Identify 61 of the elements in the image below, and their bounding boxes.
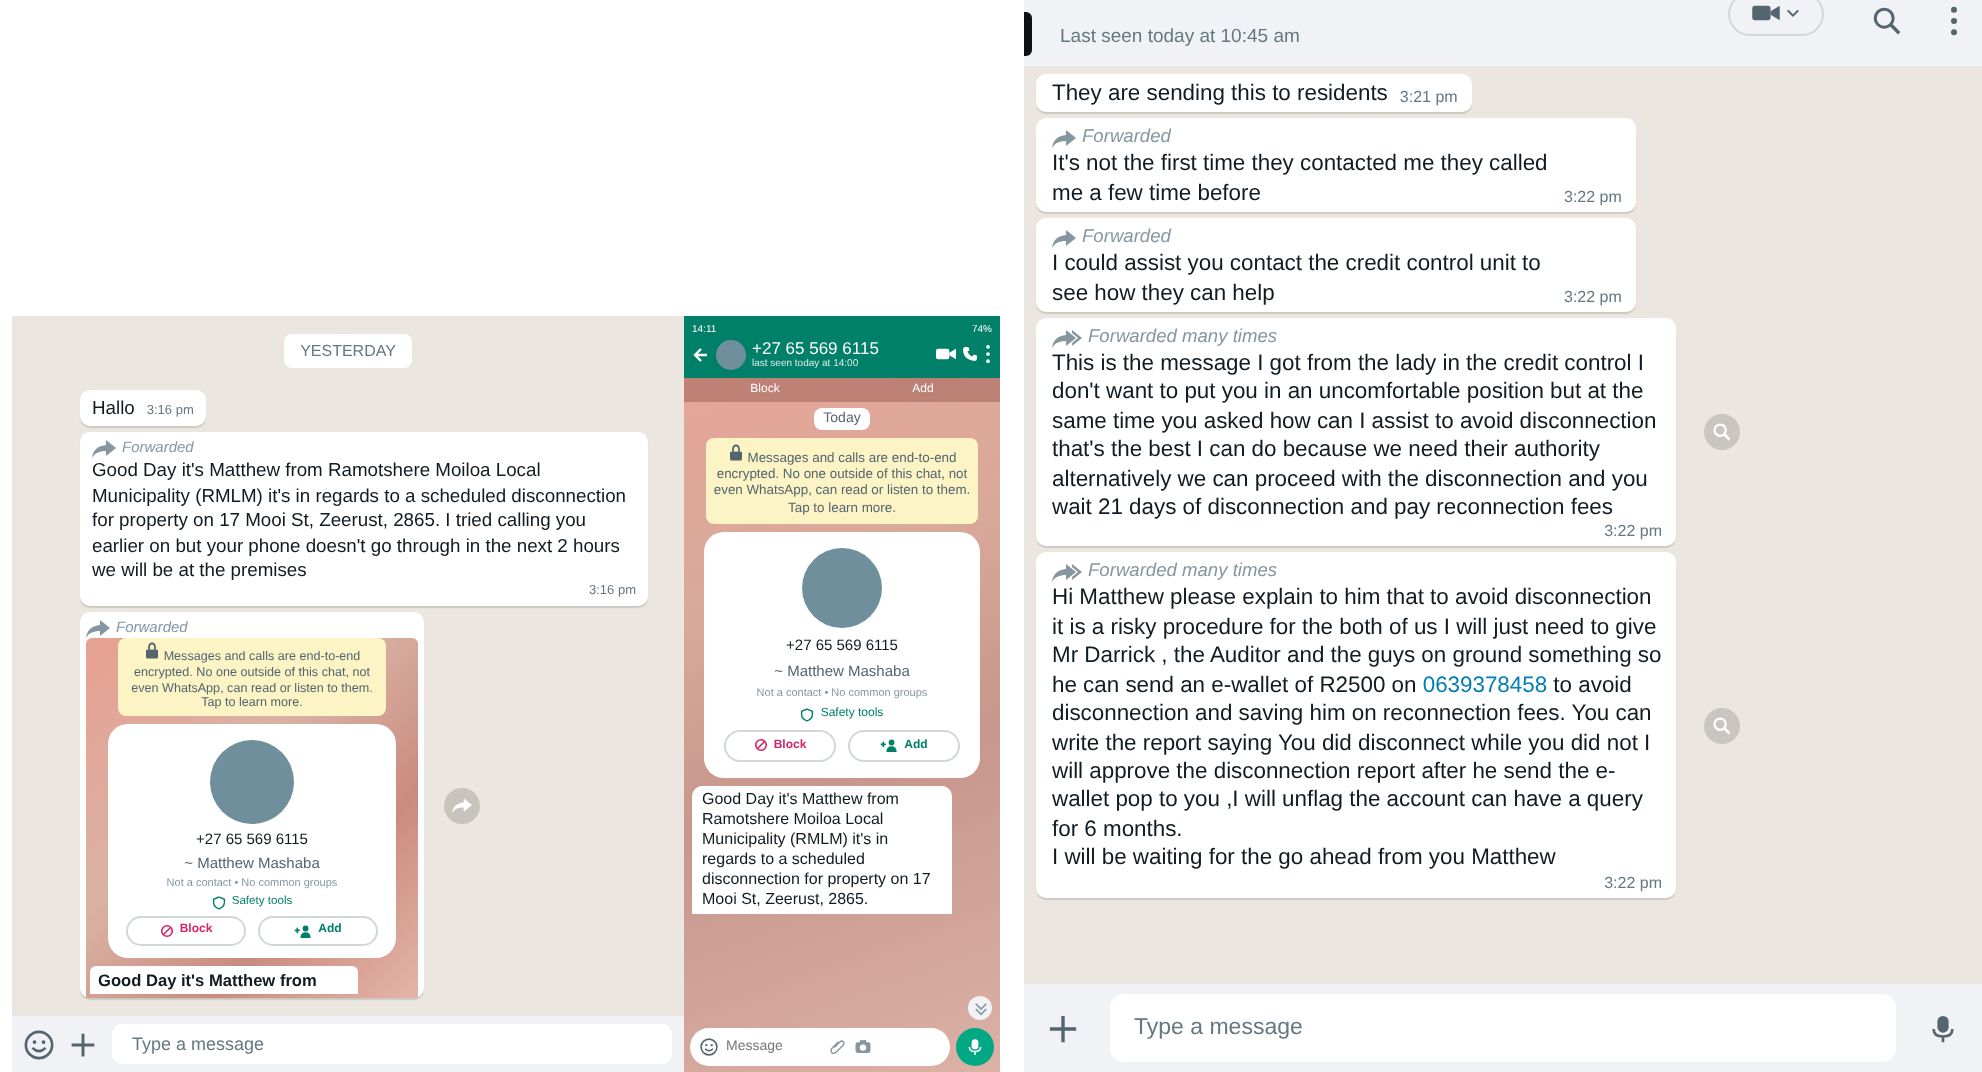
forward-arrow-icon xyxy=(92,438,116,459)
search-icon xyxy=(1712,715,1732,735)
message-time: 3:22 pm xyxy=(1562,188,1622,209)
lock-icon xyxy=(143,642,160,661)
plus-icon[interactable] xyxy=(1048,1013,1078,1043)
forward-arrow-icon xyxy=(1052,227,1076,248)
menu-icon[interactable] xyxy=(1950,6,1958,36)
lock-icon xyxy=(727,444,744,462)
contact-title: +27 65 569 6115 xyxy=(752,338,881,358)
last-seen-text: Last seen today at 10:45 am xyxy=(1060,26,1302,48)
emoji-icon[interactable] xyxy=(24,1029,54,1059)
message-text: Hi Matthew please explain to him that to avoid disconnection it is a risky procedure for the both of us I will just need to give Mr Darrick , the Auditor and the guys on ground something so he can send an e-wallet of R2500 on 0639378458 to avoid disconnection and saving him on reconnection fees. You can write the report saying You did disconnect while you did not I will approve the disconnection report after he send the e-wallet pop to you ,I will unflag the account can have a query for 6 months. I will be waiting for the go ahead from you Matthew xyxy=(1052,584,1662,874)
phone-number-link[interactable]: 0639378458 xyxy=(1422,673,1548,698)
search-icon xyxy=(1712,422,1732,443)
message-text: Good Day it's Matthew from Ramotshere Moiloa Local Municipality (RMLM) it's in regards to a scheduled disconnection for property on 17 Mooi St, Zeerust, 2865. xyxy=(692,785,952,914)
forwarded-label: Forwarded xyxy=(1082,224,1171,251)
double-forward-arrow-icon xyxy=(1052,327,1082,348)
message-input[interactable]: Type a message xyxy=(112,1024,672,1064)
message-time: 3:22 pm xyxy=(1602,873,1662,894)
caption-text: Good Day it's Matthew from xyxy=(90,965,358,994)
message-input[interactable]: Type a message xyxy=(1110,994,1896,1062)
emoji-icon xyxy=(700,1037,718,1055)
chevron-down-icon xyxy=(973,1001,987,1015)
double-forward-arrow-icon xyxy=(1052,561,1082,582)
message-text: They are sending this to residents xyxy=(1052,80,1388,109)
scroll-down-button[interactable] xyxy=(968,996,992,1020)
shield-icon xyxy=(211,895,226,910)
forwarded-label: Forwarded many times xyxy=(1088,558,1278,585)
attach-icon[interactable] xyxy=(830,1038,846,1054)
forwarded-label: Forwarded many times xyxy=(1088,324,1278,351)
message-time: 3:22 pm xyxy=(1562,288,1622,309)
shield-icon xyxy=(800,707,815,722)
message-text: I could assist you contact the credit control unit to see how they can help xyxy=(1052,250,1543,309)
add-person-icon xyxy=(880,738,899,753)
video-call-icon[interactable] xyxy=(936,346,956,362)
video-call-button[interactable] xyxy=(1728,0,1824,35)
block-icon xyxy=(753,738,768,753)
forwarded-label: Forwarded xyxy=(1082,124,1171,151)
message-text: It's not the first time they contacted me they called me a few time before xyxy=(1052,150,1550,209)
message-text: This is the message I got from the lady in the credit control I don't want to put you in an uncomfortable position but at the same time you asked how can I assist to avoid disconnection that's the best I can do because we need their authority alternatively we can proceed with the disconnection and you wait 21 days of disconnection and pay reconnection fees xyxy=(1052,350,1659,523)
message-text: Good Day it's Matthew from Ramotshere Moiloa Local Municipality (RMLM) it's in regards to a scheduled disconnection for property on 17 Mooi St, Zeerust, 2865. I tried calling you earlier on but your phone doesn't go through in the next 2 hours we will be at the premises xyxy=(92,458,629,583)
microphone-button[interactable] xyxy=(956,1027,994,1065)
message-time: 3:21 pm xyxy=(1397,88,1458,109)
back-arrow-icon[interactable] xyxy=(692,345,710,363)
camera-icon[interactable] xyxy=(854,1038,872,1054)
microphone-icon xyxy=(966,1037,984,1055)
message-text: Hallo xyxy=(92,396,135,421)
block-icon xyxy=(159,923,174,938)
forward-arrow-icon xyxy=(452,796,472,815)
forward-arrow-icon xyxy=(1052,127,1076,148)
search-icon[interactable] xyxy=(1872,6,1902,36)
microphone-icon[interactable] xyxy=(1928,1011,1958,1045)
date-chip: YESTERDAY xyxy=(284,334,412,368)
caret-icon xyxy=(1786,8,1800,18)
add-person-icon xyxy=(294,923,313,938)
forward-arrow-icon xyxy=(86,618,110,639)
message-time: 3:22 pm xyxy=(1602,522,1662,543)
phone-call-icon[interactable] xyxy=(962,346,978,362)
video-camera-icon xyxy=(1752,2,1780,24)
menu-icon[interactable] xyxy=(984,344,992,364)
plus-icon[interactable] xyxy=(70,1031,96,1057)
